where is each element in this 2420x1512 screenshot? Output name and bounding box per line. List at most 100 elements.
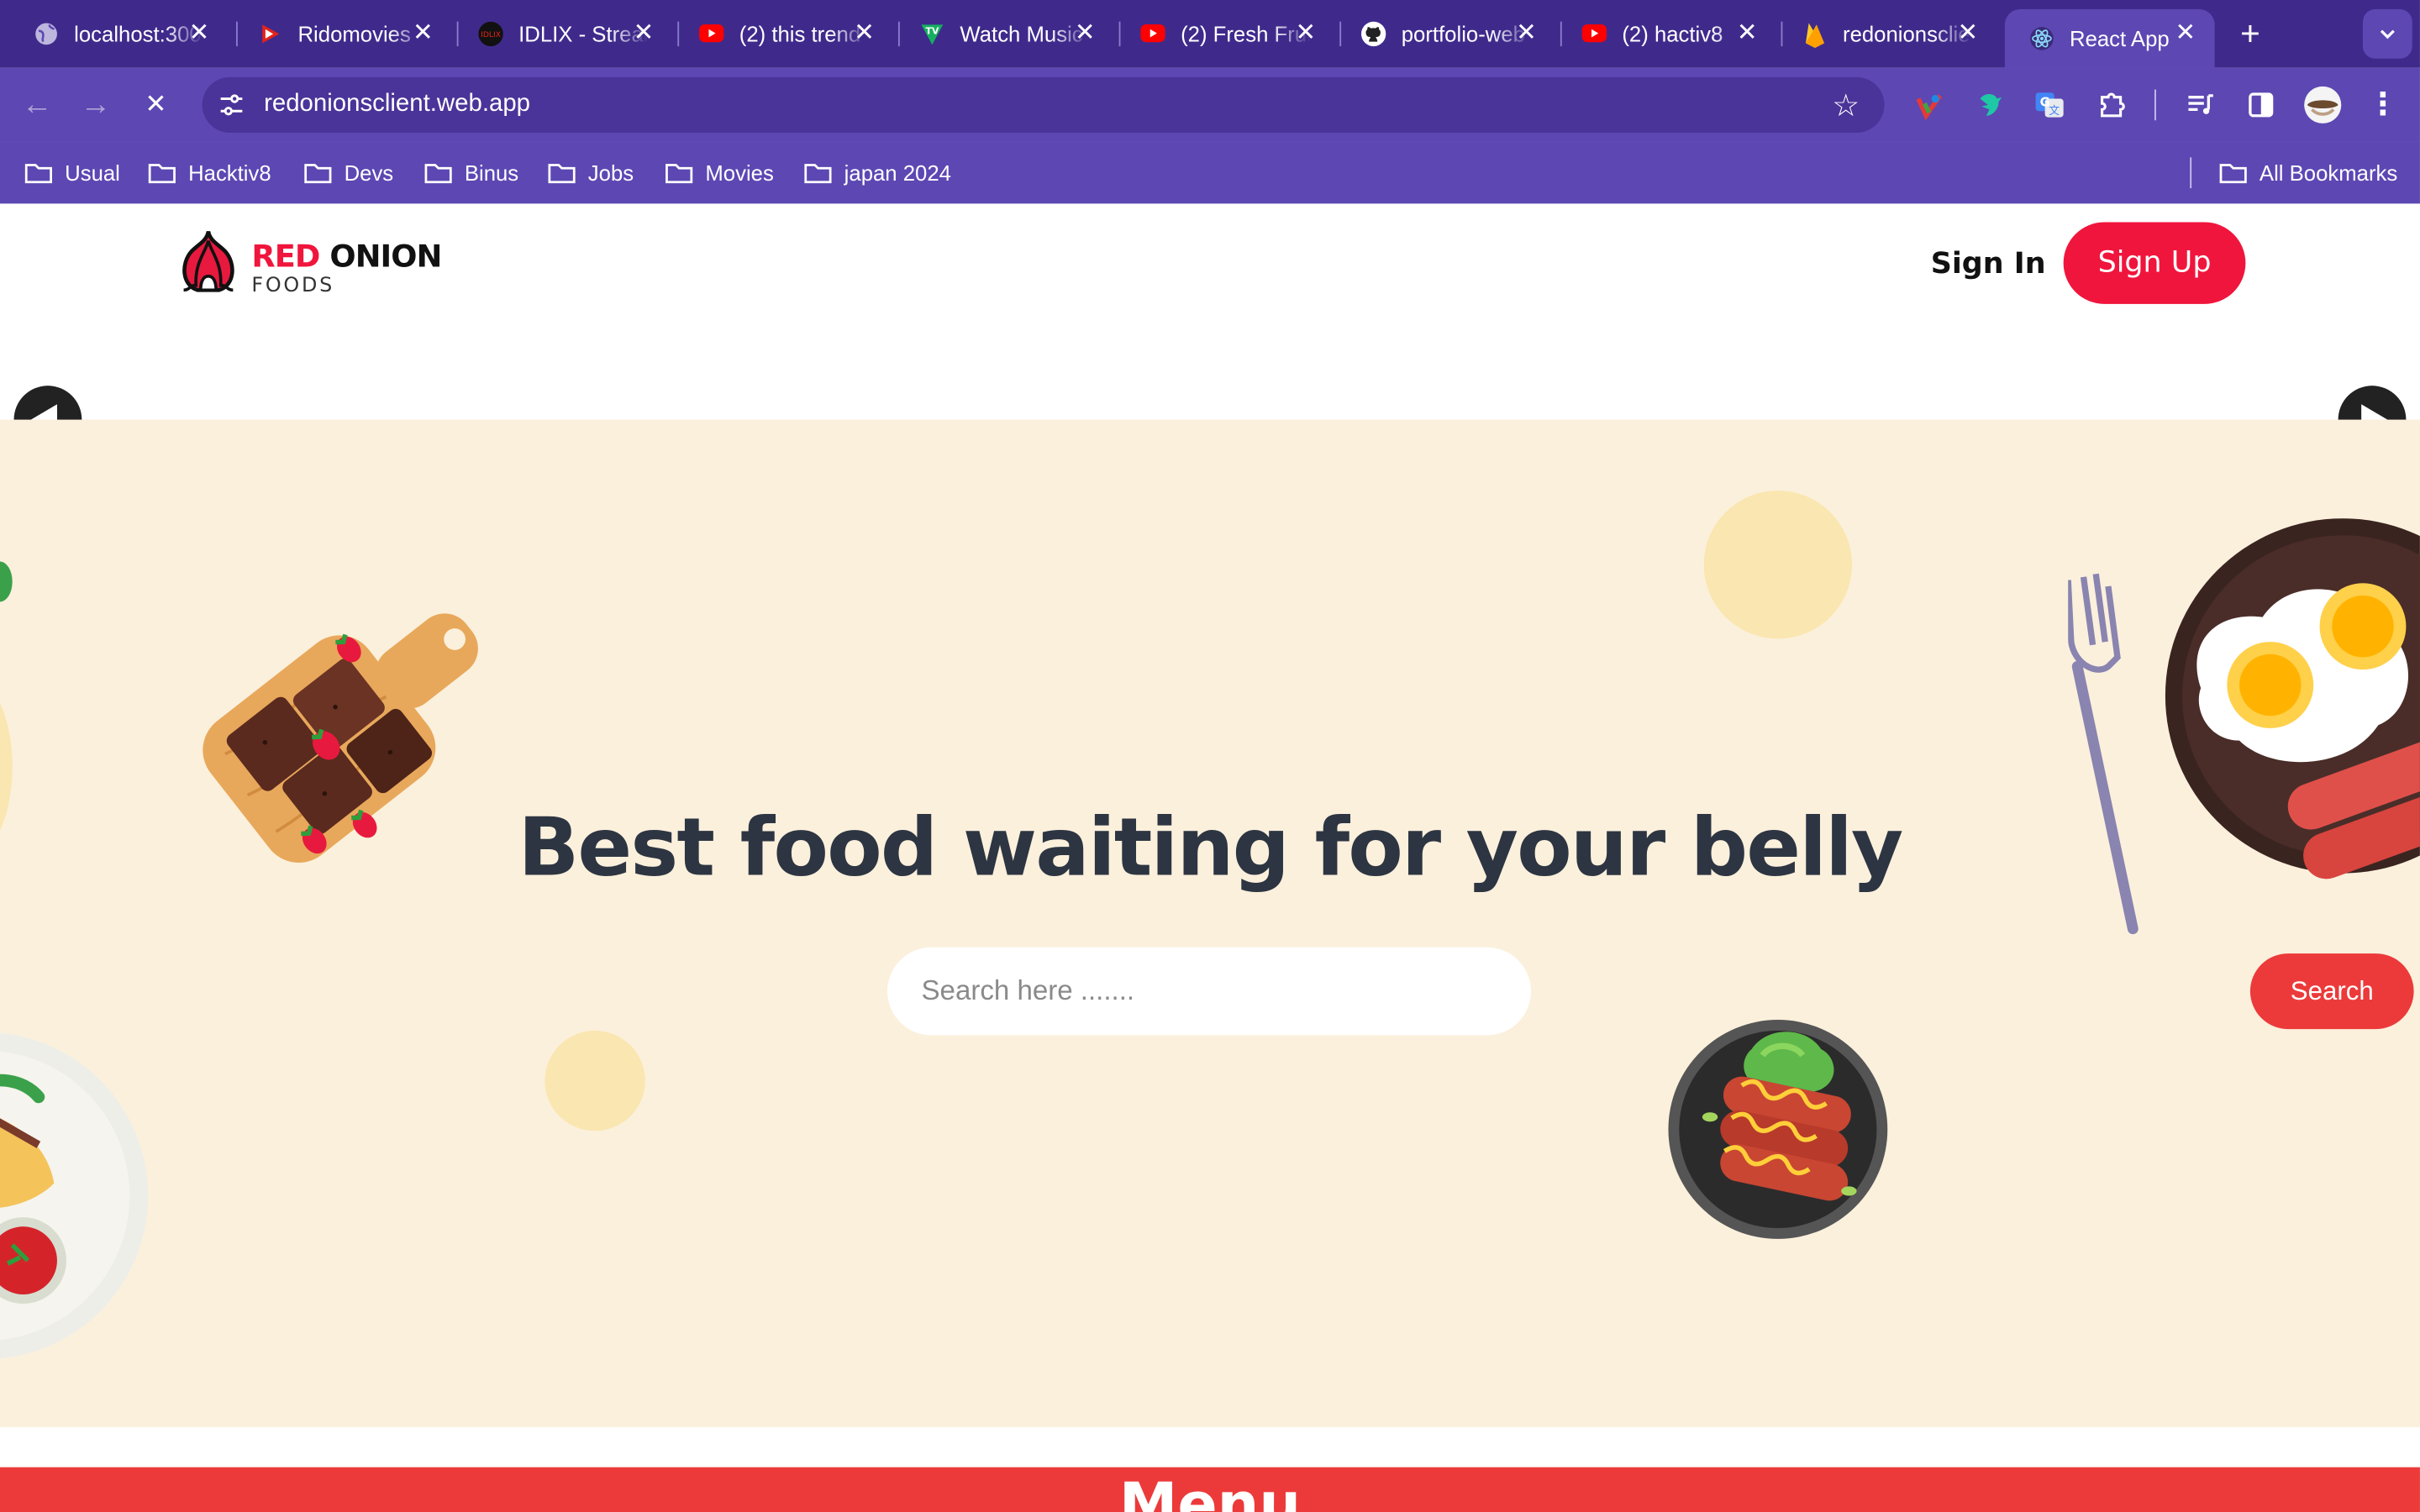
brand-sub-text: FOODS (251, 274, 335, 298)
search-button[interactable]: Search (2249, 953, 2414, 1030)
bookmark-all-bookmarks[interactable]: All Bookmarks (2219, 159, 2397, 186)
react-icon (2029, 26, 2054, 50)
folder-icon (666, 164, 693, 184)
tab-title: Watch Music (960, 21, 1083, 47)
tab-react-app[interactable]: React App ✕ (2004, 9, 2215, 68)
back-icon[interactable]: ← (18, 87, 55, 123)
tab-watch-music[interactable]: TV Watch Music ✕ (895, 9, 1114, 59)
bookmarks-bar: Usual Hacktiv8 Devs Binus Jobs Movies ja… (0, 141, 2420, 204)
folder-icon (548, 164, 576, 184)
translate-icon[interactable]: G文 (2031, 87, 2068, 123)
menu-kebab-icon[interactable]: ⋮ (2365, 87, 2402, 123)
bookmark-label: Usual (65, 160, 120, 186)
svg-text:文: 文 (2049, 105, 2060, 118)
folder-icon (804, 164, 832, 184)
sign-up-button[interactable]: Sign Up (2063, 222, 2246, 304)
firebase-icon (1802, 22, 1827, 48)
youtube-icon (699, 22, 724, 46)
decor-circle (544, 1030, 645, 1131)
bookmark-usual[interactable]: Usual (24, 159, 120, 186)
bookmarks-separator (2190, 157, 2192, 189)
extensions-puzzle-icon[interactable] (2093, 87, 2130, 123)
idlix-icon: IDLIX (478, 21, 503, 47)
toolbar-separator (2154, 89, 2156, 121)
leaf-illustration (0, 561, 13, 602)
close-icon[interactable]: ✕ (629, 20, 657, 48)
search-input[interactable] (921, 969, 1354, 1012)
side-panel-icon[interactable] (2243, 87, 2280, 123)
svg-text:IDLIX: IDLIX (481, 30, 501, 39)
site-logo[interactable]: RED ONION FOODS (175, 228, 442, 297)
forward-icon[interactable]: → (77, 87, 114, 123)
tab-ridomovies[interactable]: Ridomovies ✕ (233, 9, 452, 59)
tab-search-button[interactable] (2362, 9, 2412, 59)
bookmark-label: Binus (464, 160, 519, 186)
sign-in-link[interactable]: Sign In (1931, 247, 2046, 281)
tab-title: (2) hactiv8 (1622, 21, 1723, 47)
youtube-icon (1581, 22, 1607, 46)
bookmark-japan-2024[interactable]: japan 2024 (804, 159, 951, 186)
bookmark-devs[interactable]: Devs (304, 159, 393, 186)
tab-strip: localhost:3000 ✕ Ridomovies ✕ IDLIX IDLI… (0, 0, 2420, 68)
tab-title: redonionsclient (1843, 21, 1972, 47)
folder-icon (24, 164, 52, 184)
search-bar: Search (887, 947, 2414, 1036)
folder-icon (2219, 164, 2247, 184)
tacos-plate-illustration (0, 1032, 149, 1359)
folder-icon (148, 164, 176, 184)
brand-red-text: RED (251, 237, 320, 275)
close-icon[interactable]: ✕ (2171, 20, 2199, 48)
menu-section-header: Menu (0, 1467, 2420, 1512)
tab-youtube-fresh[interactable]: (2) Fresh Fruit ✕ (1116, 9, 1335, 59)
media-queue-icon[interactable] (2182, 87, 2219, 123)
sausage-plate-illustration (1668, 1020, 1888, 1239)
close-icon[interactable]: ✕ (850, 20, 878, 48)
tab-youtube-trend[interactable]: (2) this trend ✕ (675, 9, 894, 59)
avatar[interactable] (2302, 83, 2344, 126)
close-icon[interactable]: ✕ (1512, 20, 1540, 48)
bookmark-label: Jobs (587, 160, 634, 186)
bookmark-label: All Bookmarks (2259, 160, 2398, 186)
tab-youtube-hactiv[interactable]: (2) hactiv8 ✕ (1557, 9, 1776, 59)
bookmark-label: Devs (344, 160, 394, 186)
play-logo-icon (258, 22, 282, 46)
tab-title: portfolio-web (1401, 21, 1525, 47)
url-text[interactable]: redonionsclient.web.app (264, 91, 530, 118)
bookmark-hacktiv8[interactable]: Hacktiv8 (148, 159, 271, 186)
bookmark-star-icon[interactable]: ☆ (1832, 87, 1860, 125)
folder-icon (304, 164, 332, 184)
svg-text:TV: TV (925, 25, 939, 36)
tab-title: localhost:3000 (74, 21, 204, 47)
tab-title: IDLIX - Streaming (518, 21, 648, 47)
bookmark-movies[interactable]: Movies (666, 159, 774, 186)
brand-black-text: ONION (329, 237, 442, 275)
hero-headline: Best food waiting for your belly (518, 802, 1903, 895)
bookmark-jobs[interactable]: Jobs (548, 159, 634, 186)
tab-localhost[interactable]: localhost:3000 ✕ (9, 9, 229, 59)
new-tab-button[interactable]: + (2232, 14, 2269, 52)
decor-circle (1703, 491, 1853, 639)
close-icon[interactable]: ✕ (1733, 20, 1761, 48)
bookmark-label: japan 2024 (844, 160, 951, 186)
stop-loading-icon[interactable]: ✕ (137, 87, 174, 123)
hero-banner: Best food waiting for your belly Search (0, 419, 2420, 1427)
address-bar[interactable]: redonionsclient.web.app ☆ (202, 76, 1885, 133)
bookmark-binus[interactable]: Binus (424, 159, 518, 186)
bird-extension-icon[interactable] (1970, 87, 2007, 123)
folder-icon (424, 164, 452, 184)
close-icon[interactable]: ✕ (1071, 20, 1099, 48)
close-icon[interactable]: ✕ (1292, 20, 1319, 48)
color-extension-icon[interactable] (1911, 87, 1948, 123)
tab-idlix[interactable]: IDLIX IDLIX - Streaming ✕ (454, 9, 673, 59)
tab-firebase-redonions[interactable]: redonionsclient ✕ (1778, 9, 1997, 59)
tab-title: Ridomovies (297, 21, 411, 47)
tab-title: (2) Fresh Fruit (1181, 21, 1311, 47)
close-icon[interactable]: ✕ (185, 20, 213, 48)
site-settings-icon[interactable] (218, 91, 245, 118)
tab-github-portfolio[interactable]: portfolio-web ✕ (1337, 9, 1556, 59)
close-icon[interactable]: ✕ (1954, 20, 1981, 48)
close-icon[interactable]: ✕ (409, 20, 437, 48)
menu-section-title: Menu (1118, 1470, 1302, 1512)
youtube-icon (1140, 22, 1165, 46)
globe-icon (34, 22, 58, 46)
